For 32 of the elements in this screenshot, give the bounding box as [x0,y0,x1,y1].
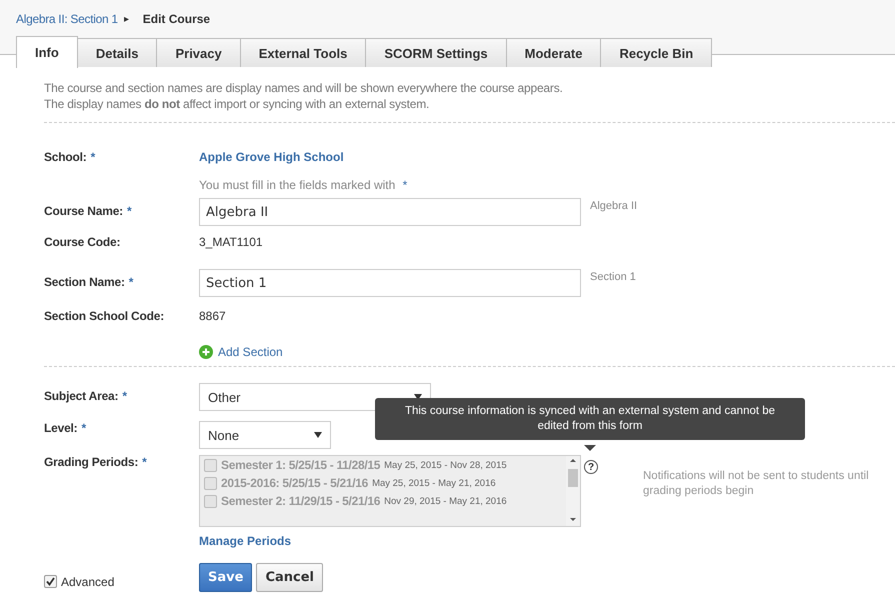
field-label: Level: * [44,421,87,437]
section-school-code: 8867 [199,309,226,325]
period-dates: Nov 29, 2015 - May 21, 2016 [384,496,507,506]
notification-note: Notifications will not be sent to students until grading periods begin [643,469,870,499]
tooltip: This course information is synced with an external system and cannot be edited from this form [375,398,805,440]
intro-text: The display names do not affect import or syncing with an external system. [44,96,430,112]
advanced-label: Advanced [61,574,114,588]
intro-text: The course and section names are display names and will be shown everywhere the course appears. [44,80,564,96]
field-label: School: * [44,150,96,166]
period-name: Semester 2: 11/29/15 - 5/21/16 [221,494,380,508]
required-mark: * [142,455,147,469]
required-hint: You must fill in the fields marked with * [199,178,408,194]
field-label: Grading Periods: * [44,455,148,471]
required-mark: * [81,421,86,435]
required-mark: * [122,389,127,403]
period-name: Semester 1: 5/25/15 - 11/28/15 [221,458,380,472]
field-label: Section Name: * [44,275,134,291]
field-label: Course Name: * [44,204,132,220]
period-name: 2015-2016: 5/25/15 - 5/21/16 [221,476,368,490]
field-label: Subject Area: * [44,389,128,405]
required-mark: * [128,275,134,289]
required-mark: * [126,204,132,218]
display-name: Algebra II [590,200,638,214]
course-code: 3_MAT1101 [199,235,263,251]
period-dates: May 25, 2015 - Nov 28, 2015 [384,460,507,470]
field-label: Section School Code: [44,309,166,325]
period-dates: May 25, 2015 - May 21, 2016 [372,478,496,488]
breadcrumb-separator: ▸ [124,13,129,25]
page-title: Edit Course [142,12,210,26]
display-name: Section 1 [590,271,636,285]
field-label: Course Code: [44,235,122,251]
required-mark: * [90,150,96,164]
